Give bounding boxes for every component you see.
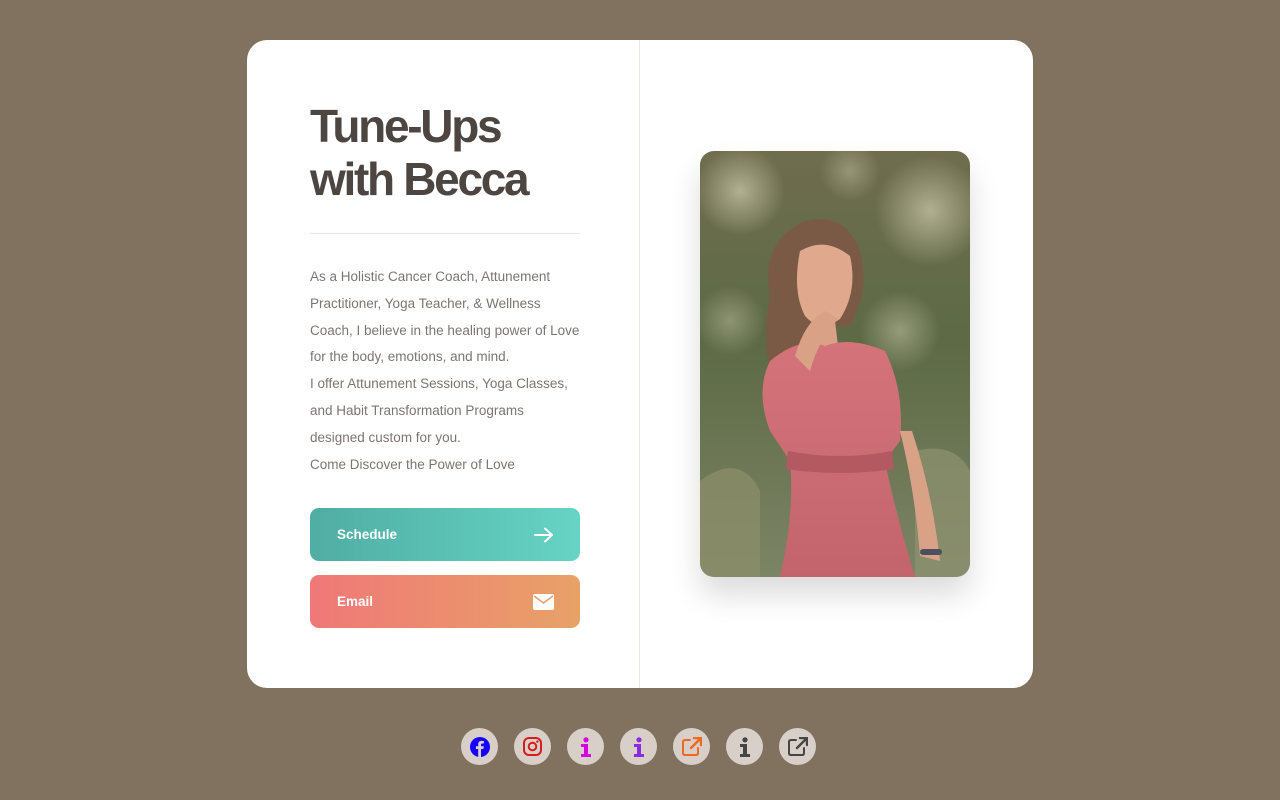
title-divider (310, 233, 580, 234)
profile-info-panel: Tune-Ups with Becca As a Holistic Cancer… (247, 40, 640, 688)
envelope-icon (533, 593, 554, 610)
info-link[interactable] (726, 728, 763, 765)
bio-text: As a Holistic Cancer Coach, Attunement P… (310, 264, 580, 478)
email-button-label: Email (337, 594, 374, 609)
facebook-icon (469, 736, 490, 757)
page-title: Tune-Ups with Becca (310, 100, 600, 206)
facebook-link[interactable] (461, 728, 498, 765)
profile-card: Tune-Ups with Becca As a Holistic Cancer… (247, 40, 1033, 688)
external-link-icon (787, 737, 808, 756)
external-link[interactable] (779, 728, 816, 765)
instagram-icon (523, 737, 542, 756)
profile-photo (700, 151, 970, 577)
external-link[interactable] (673, 728, 710, 765)
info-link[interactable] (567, 728, 604, 765)
info-icon (580, 736, 592, 757)
bio-paragraph: As a Holistic Cancer Coach, Attunement P… (310, 269, 580, 365)
instagram-link[interactable] (514, 728, 551, 765)
schedule-button-label: Schedule (337, 527, 398, 542)
email-button[interactable]: Email (310, 575, 580, 628)
info-icon (739, 736, 751, 757)
title-line-1: Tune-Ups (310, 100, 503, 152)
social-links-bar (461, 728, 816, 765)
bio-paragraph: I offer Attunement Sessions, Yoga Classe… (310, 376, 568, 445)
bio-paragraph: Come Discover the Power of Love (310, 456, 515, 472)
schedule-button[interactable]: Schedule (310, 508, 580, 561)
arrow-right-icon (534, 527, 554, 543)
info-link[interactable] (620, 728, 657, 765)
external-link-icon (681, 737, 702, 756)
title-line-2: with Becca (310, 153, 530, 205)
info-icon (633, 736, 645, 757)
